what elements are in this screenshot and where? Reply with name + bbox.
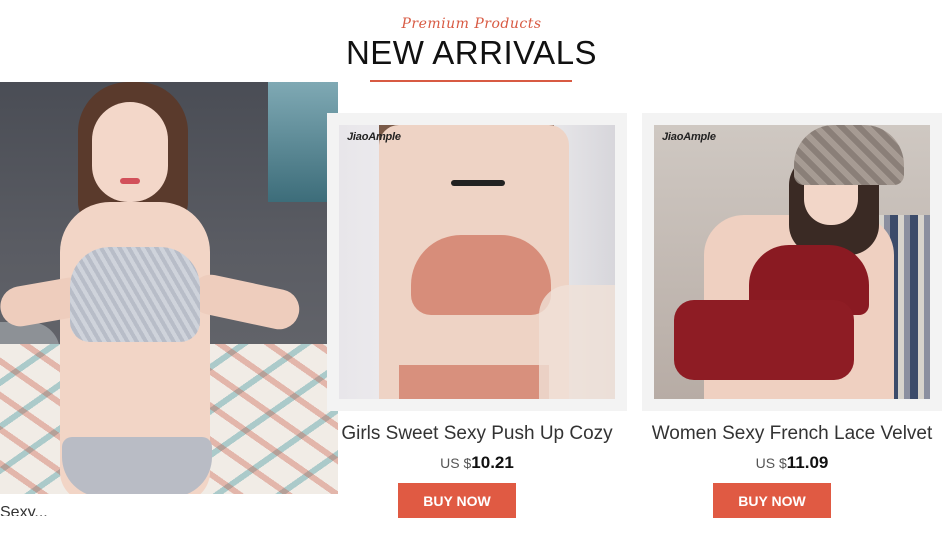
model-choker xyxy=(451,180,505,186)
price-currency: US $ xyxy=(755,455,787,471)
model-robe xyxy=(539,285,615,399)
section-header: Premium Products NEW ARRIVALS xyxy=(0,0,943,90)
hero-face xyxy=(92,102,168,202)
title-underline xyxy=(370,80,572,82)
hero-lips xyxy=(120,178,140,184)
product-price: US $10.21 xyxy=(327,453,627,473)
product-panty xyxy=(399,365,549,399)
hero-product-image[interactable] xyxy=(0,82,338,494)
section-subtitle: Premium Products xyxy=(401,16,542,32)
price-amount: 10.21 xyxy=(471,453,514,472)
product-name[interactable]: Women Sexy French Lace Velvet xyxy=(622,423,943,445)
product-image[interactable]: JiaoAmple xyxy=(654,125,930,399)
price-currency: US $ xyxy=(440,455,472,471)
buy-now-button[interactable]: BUY NOW xyxy=(713,483,831,518)
model-hat xyxy=(794,125,904,185)
hero-panty xyxy=(62,437,212,494)
buy-now-button[interactable]: BUY NOW xyxy=(398,483,516,518)
hero-caption[interactable]: Sexy... xyxy=(0,498,300,516)
product-panty xyxy=(674,300,854,380)
hero-bra xyxy=(70,247,200,342)
price-amount: 11.09 xyxy=(786,453,829,472)
product-price: US $11.09 xyxy=(642,453,942,473)
page-title: NEW ARRIVALS xyxy=(345,34,598,71)
product-image[interactable]: JiaoAmple xyxy=(339,125,615,399)
product-bra xyxy=(411,235,551,315)
brand-watermark: JiaoAmple xyxy=(662,131,716,143)
brand-watermark: JiaoAmple xyxy=(347,131,401,143)
product-name[interactable]: Girls Sweet Sexy Push Up Cozy xyxy=(307,423,647,445)
